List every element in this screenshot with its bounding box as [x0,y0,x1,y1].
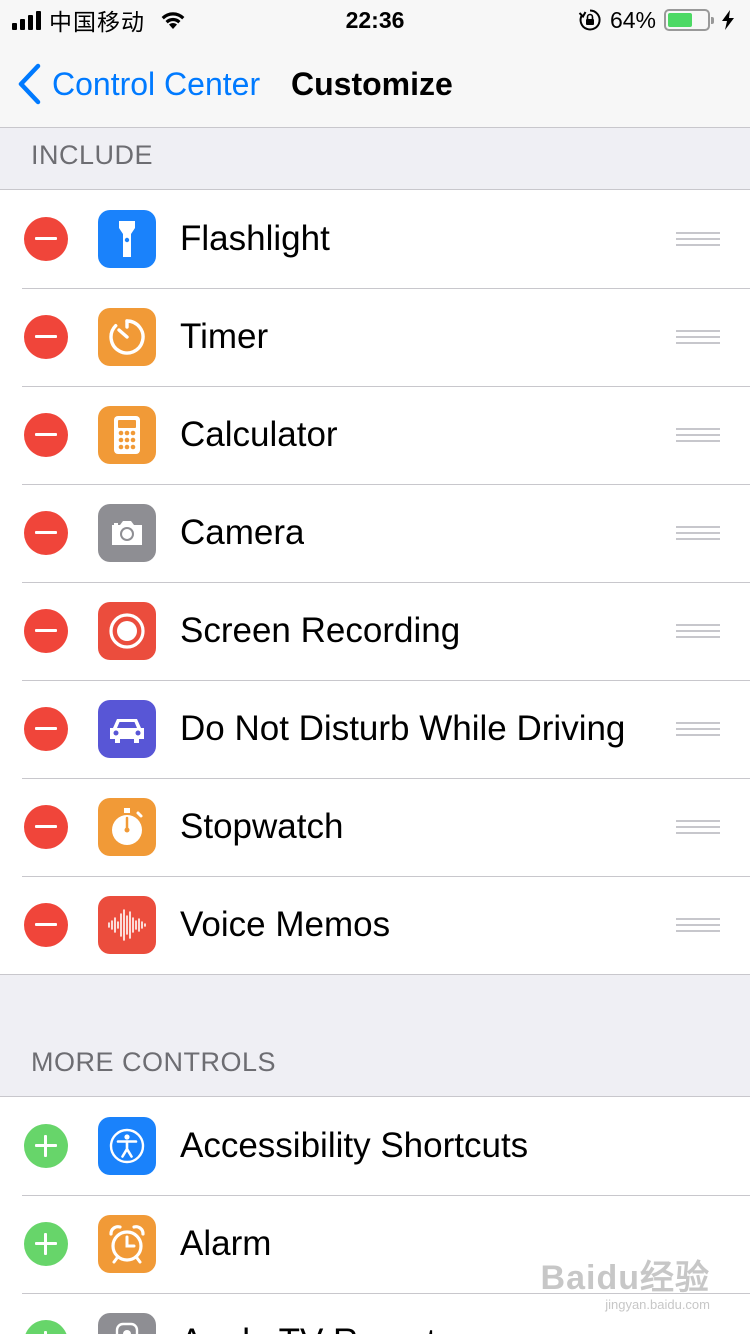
list-item: Camera [0,484,750,582]
add-button[interactable] [24,1124,68,1168]
screen-recording-icon [98,602,156,660]
watermark-logo: Baidu经验 jingyan.baidu.com [541,1250,710,1312]
reorder-handle[interactable] [676,820,720,836]
car-icon [98,700,156,758]
watermark-text: Baidu经验 [540,1259,710,1297]
remove-button[interactable] [24,413,68,457]
section-header-more-controls: MORE CONTROLS [31,1047,277,1077]
page-title: Customize [291,66,453,102]
accessibility-icon [98,1117,156,1175]
list-item: Calculator [0,386,750,484]
list-item: Accessibility Shortcuts [0,1097,750,1195]
back-button[interactable]: Control Center [16,62,260,106]
item-label: Calculator [180,415,338,454]
voice-memos-icon [98,896,156,954]
stopwatch-icon [98,798,156,856]
reorder-handle[interactable] [676,428,720,444]
alarm-icon [98,1215,156,1273]
timer-icon [98,308,156,366]
reorder-handle[interactable] [676,624,720,640]
reorder-handle[interactable] [676,330,720,346]
include-list: Flashlight Timer Calculator Camera Scree… [0,189,750,975]
remove-button[interactable] [24,217,68,261]
remove-button[interactable] [24,805,68,849]
list-item: Screen Recording [0,582,750,680]
navigation-bar: Control Center Customize [0,40,750,128]
item-label: Apple TV Remote [180,1293,456,1334]
item-label: Stopwatch [180,807,344,846]
list-item: Do Not Disturb While Driving [0,680,750,778]
flashlight-icon [98,210,156,268]
remove-button[interactable] [24,609,68,653]
status-right: 64% [578,6,736,34]
item-label: Timer [180,317,269,356]
reorder-handle[interactable] [676,722,720,738]
remote-icon [98,1313,156,1334]
back-button-label: Control Center [52,65,261,102]
charging-icon [722,10,734,30]
camera-icon [98,504,156,562]
remove-button[interactable] [24,903,68,947]
list-item: Timer [0,288,750,386]
remove-button[interactable] [24,315,68,359]
item-label: Alarm [180,1224,272,1263]
chevron-left-icon [18,63,41,105]
item-label: Flashlight [180,219,330,258]
battery-icon [664,9,714,31]
item-label: Camera [180,513,305,552]
reorder-handle[interactable] [676,232,720,248]
reorder-handle[interactable] [676,526,720,542]
item-label: Screen Recording [180,611,461,650]
watermark-url: jingyan.baidu.com [605,1297,710,1312]
list-item: Flashlight [0,190,750,288]
remove-button[interactable] [24,511,68,555]
reorder-handle[interactable] [676,918,720,934]
item-label: Do Not Disturb While Driving [180,709,626,748]
add-button[interactable] [24,1222,68,1266]
list-item: Voice Memos [0,876,750,974]
item-label: Voice Memos [180,905,391,944]
item-label: Accessibility Shortcuts [180,1126,529,1165]
add-button[interactable] [24,1320,68,1334]
section-header-include: INCLUDE [31,140,154,170]
remove-button[interactable] [24,707,68,751]
orientation-lock-icon [578,9,601,31]
list-item: Stopwatch [0,778,750,876]
status-bar: 中国移动 22:36 64% [0,0,750,40]
calculator-icon [98,406,156,464]
battery-percent: 64% [609,6,656,33]
